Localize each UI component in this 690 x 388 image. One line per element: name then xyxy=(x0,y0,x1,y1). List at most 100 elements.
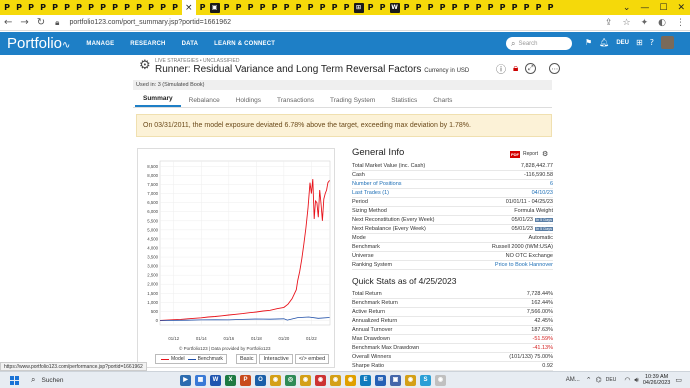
chart-basic-button[interactable]: Basic xyxy=(236,354,258,364)
browser-tab-8[interactable]: P xyxy=(98,3,108,13)
info-row-value[interactable]: 6 xyxy=(550,181,553,187)
browser-right-tab-15[interactable]: P xyxy=(378,3,388,13)
windows-start-icon[interactable] xyxy=(10,375,19,385)
browser-tab-7[interactable]: P xyxy=(86,3,96,13)
tab-rebalance[interactable]: Rebalance xyxy=(181,97,228,107)
tab-charts[interactable]: Charts xyxy=(425,97,460,107)
pdf-icon[interactable]: PDF xyxy=(510,150,520,158)
browser-right-tab-5[interactable]: P xyxy=(258,3,268,13)
taskbar-app-icon[interactable]: ◉ xyxy=(270,375,281,386)
browser-right-tab-8[interactable]: P xyxy=(294,3,304,13)
extensions-icon[interactable]: ✦ xyxy=(641,18,649,28)
help-icon[interactable]: ? xyxy=(650,38,654,47)
share-icon[interactable]: ⇪ xyxy=(605,18,613,28)
menu-icon[interactable]: ⋮ xyxy=(676,18,685,28)
taskbar-app-icon[interactable]: P xyxy=(240,375,251,386)
user-avatar[interactable] xyxy=(660,36,674,49)
close-tab-icon[interactable]: × xyxy=(185,3,193,13)
lock-strategy-icon[interactable]: 🔒︎ xyxy=(513,63,518,74)
url-field[interactable]: portfolio123.com/port_summary.jsp?portid… xyxy=(69,19,231,26)
browser-right-tab-13[interactable]: ⊞ xyxy=(353,2,364,13)
taskbar-app-icon[interactable]: W xyxy=(210,375,221,386)
minimize-icon[interactable]: — xyxy=(640,3,649,13)
browser-tab-4[interactable]: P xyxy=(50,3,60,13)
profile-icon[interactable]: ◐ xyxy=(658,18,666,28)
strategy-settings-gear-icon[interactable]: ⚙ xyxy=(139,58,151,73)
browser-right-tab-16[interactable]: W xyxy=(389,2,400,13)
info-row-value[interactable]: 04/10/23 xyxy=(532,190,553,196)
browser-right-tab-12[interactable]: P xyxy=(342,3,352,13)
taskbar-app-icon[interactable]: ◉ xyxy=(435,375,446,386)
taskbar-search[interactable]: ⌕ Suchen xyxy=(31,375,64,385)
browser-right-tab-25[interactable]: P xyxy=(498,3,508,13)
back-icon[interactable]: ← xyxy=(4,17,12,28)
taskbar-app-icon[interactable]: ▶ xyxy=(180,375,191,386)
site-search-input[interactable]: ⌕ Search xyxy=(506,37,572,50)
browser-tab-14[interactable]: P xyxy=(170,3,180,13)
browser-tab-10[interactable]: P xyxy=(122,3,132,13)
browser-right-tab-28[interactable]: P xyxy=(534,3,544,13)
browser-right-tab-2[interactable]: P xyxy=(222,3,232,13)
apps-grid-icon[interactable]: ⊞ xyxy=(636,38,643,47)
tab-list-icon[interactable]: ⌄ xyxy=(623,3,631,13)
browser-right-tab-21[interactable]: P xyxy=(450,3,460,13)
browser-right-tab-10[interactable]: P xyxy=(318,3,328,13)
menu-learn-connect[interactable]: LEARN & CONNECT xyxy=(214,41,275,47)
info-row-label[interactable]: Last Trades (1) xyxy=(352,190,389,196)
menu-research[interactable]: RESEARCH xyxy=(130,41,165,47)
bookmark-star-icon[interactable]: ☆ xyxy=(623,18,631,28)
wifi-icon[interactable]: ◠ xyxy=(624,376,630,384)
taskbar-app-icon[interactable]: ◉ xyxy=(330,375,341,386)
browser-right-tab-20[interactable]: P xyxy=(438,3,448,13)
browser-right-tab-27[interactable]: P xyxy=(522,3,532,13)
browser-right-tab-26[interactable]: P xyxy=(510,3,520,13)
forward-icon[interactable]: → xyxy=(20,17,28,28)
taskbar-app-icon[interactable]: O xyxy=(255,375,266,386)
browser-right-tab-9[interactable]: P xyxy=(306,3,316,13)
browser-tab-2[interactable]: P xyxy=(26,3,36,13)
browser-right-tab-7[interactable]: P xyxy=(282,3,292,13)
input-language[interactable]: DEU xyxy=(606,377,617,383)
browser-tab-1[interactable]: P xyxy=(14,3,24,13)
notification-bell-icon[interactable]: 🔔︎ xyxy=(599,38,609,47)
taskbar-app-icon[interactable]: E xyxy=(360,375,371,386)
lock-icon[interactable]: 🔒︎ xyxy=(55,18,59,28)
browser-right-tab-0[interactable]: P xyxy=(198,3,208,13)
taskbar-app-icon[interactable]: ◉ xyxy=(405,375,416,386)
notifications-icon[interactable]: ▭ xyxy=(675,376,682,384)
tab-trading-system[interactable]: Trading System xyxy=(322,97,383,107)
browser-right-tab-4[interactable]: P xyxy=(246,3,256,13)
language-label[interactable]: DEU xyxy=(616,40,629,46)
taskbar-app-icon[interactable]: S xyxy=(420,375,431,386)
maximize-icon[interactable]: ☐ xyxy=(659,3,667,13)
more-options-icon[interactable]: ⋯ xyxy=(549,63,561,74)
browser-tab-12[interactable]: P xyxy=(146,3,156,13)
tab-statistics[interactable]: Statistics xyxy=(383,97,425,107)
info-row-value[interactable]: Price to Book Hannover xyxy=(495,262,553,268)
taskbar-app-icon[interactable]: ✉ xyxy=(375,375,386,386)
browser-right-tab-1[interactable]: ▣ xyxy=(209,2,220,13)
menu-manage[interactable]: MANAGE xyxy=(86,41,114,47)
browser-tab-9[interactable]: P xyxy=(110,3,120,13)
close-window-icon[interactable]: ✕ xyxy=(677,3,685,13)
chart-interactive-button[interactable]: Interactive xyxy=(259,354,293,364)
weather-widget[interactable]: AM... xyxy=(566,377,580,383)
browser-right-tab-29[interactable]: P xyxy=(546,3,556,13)
performance-chart[interactable]: 0 500 1,000 1,500 2,000 2,500 3,000 3,500 4,000 4… xyxy=(137,148,335,368)
legend-model[interactable]: Model xyxy=(171,356,185,362)
flag-icon[interactable]: ⚑ xyxy=(585,38,592,47)
info-row-label[interactable]: Number of Positions xyxy=(352,181,402,187)
clock[interactable]: 10:39 AM 04/26/2023 xyxy=(643,374,671,386)
taskbar-app-icon[interactable]: ◎ xyxy=(285,375,296,386)
tab-summary[interactable]: Summary xyxy=(135,95,181,107)
browser-tab-0[interactable]: P xyxy=(2,3,12,13)
browser-right-tab-6[interactable]: P xyxy=(270,3,280,13)
report-settings-gear-icon[interactable]: ⚙ xyxy=(542,150,548,158)
browser-tab-6[interactable]: P xyxy=(74,3,84,13)
browser-tab-13[interactable]: P xyxy=(158,3,168,13)
browser-right-tab-3[interactable]: P xyxy=(234,3,244,13)
browser-right-tab-19[interactable]: P xyxy=(426,3,436,13)
volume-icon[interactable]: 🔊︎ xyxy=(634,376,638,385)
browser-right-tab-23[interactable]: P xyxy=(474,3,484,13)
taskbar-app-icon[interactable]: ◉ xyxy=(300,375,311,386)
